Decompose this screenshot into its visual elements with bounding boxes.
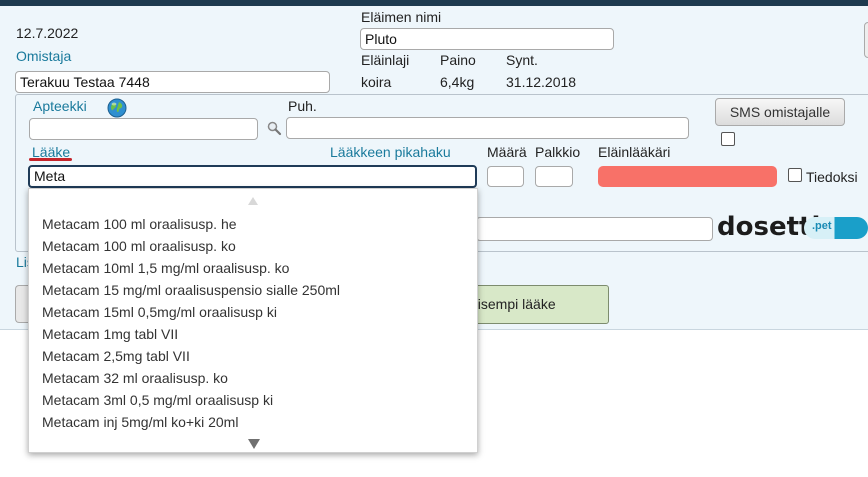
dropdown-item[interactable]: Metacam 10ml 1,5 mg/ml oraalisusp. ko (42, 259, 289, 277)
weight-label: Paino (440, 52, 476, 68)
amount-field[interactable] (487, 166, 524, 187)
dropdown-item[interactable]: Metacam 2,5mg tabl VII (42, 347, 190, 365)
medicine-autocomplete-dropdown[interactable]: Metacam 100 ml oraalisusp. he Metacam 10… (28, 188, 478, 453)
dropdown-item[interactable]: Metacam 15ml 0,5mg/ml oraalisusp ki (42, 303, 277, 321)
dropdown-item[interactable]: Metacam 15 mg/ml oraalisuspensio sialle … (42, 281, 340, 299)
globe-icon[interactable] (107, 98, 127, 118)
owner-field[interactable]: Terakuu Testaa 7448 (15, 71, 330, 93)
species-label: Eläinlaji (361, 52, 410, 68)
phone-field[interactable] (286, 117, 689, 139)
animal-name-field[interactable]: Pluto (360, 28, 614, 50)
magnifier-icon[interactable] (266, 120, 282, 136)
medicine-quicksearch-label[interactable]: Lääkkeen pikahaku (330, 143, 451, 161)
dosetti-logo: dosetti .pet (717, 212, 868, 242)
amount-label: Määrä (487, 144, 527, 160)
logo-pill: .pet (804, 217, 868, 239)
sms-owner-button[interactable]: SMS omistajalle (715, 98, 845, 126)
animal-name-label: Eläimen nimi (361, 9, 442, 25)
dropdown-item[interactable]: Metacam inj 5mg/ml ko+ki 20ml (42, 413, 238, 431)
dropdown-item[interactable]: Metacam 3ml 0,5 mg/ml oraalisusp ki (42, 391, 273, 409)
medicine-search-input[interactable]: Meta (28, 165, 477, 188)
weight-value: 6,4kg (440, 74, 475, 90)
owner-label: Omistaja (16, 48, 72, 64)
fee-field[interactable] (535, 166, 573, 187)
birth-label: Synt. (506, 52, 538, 68)
medicine-label-underline (29, 158, 72, 161)
fee-label: Palkkio (535, 144, 581, 160)
visit-date: 12.7.2022 (16, 25, 79, 41)
dropdown-item[interactable]: Metacam 1mg tabl VII (42, 325, 178, 343)
medicine-extra-field[interactable] (476, 217, 713, 241)
pharmacy-field[interactable] (29, 118, 258, 140)
inform-label: Tiedoksi (806, 169, 858, 185)
vet-select[interactable] (598, 166, 777, 187)
scroll-down-arrow-icon[interactable] (248, 439, 260, 449)
birth-value: 31.12.2018 (506, 74, 577, 90)
dropdown-item[interactable]: Metacam 100 ml oraalisusp. ko (42, 237, 236, 255)
scroll-up-arrow-icon[interactable] (248, 197, 258, 205)
inform-checkbox[interactable] (788, 168, 802, 182)
logo-suffix: .pet (812, 220, 832, 232)
pharmacy-label: Apteekki (33, 98, 87, 114)
sms-checkbox[interactable] (721, 132, 735, 146)
dropdown-item[interactable]: Metacam 32 ml oraalisusp. ko (42, 369, 228, 387)
dropdown-item[interactable]: Metacam 100 ml oraalisusp. he (42, 215, 237, 233)
species-value: koira (361, 74, 392, 90)
phone-label: Puh. (288, 98, 317, 114)
vet-label: Eläinlääkäri (598, 144, 671, 160)
right-edge-button[interactable] (864, 22, 868, 58)
